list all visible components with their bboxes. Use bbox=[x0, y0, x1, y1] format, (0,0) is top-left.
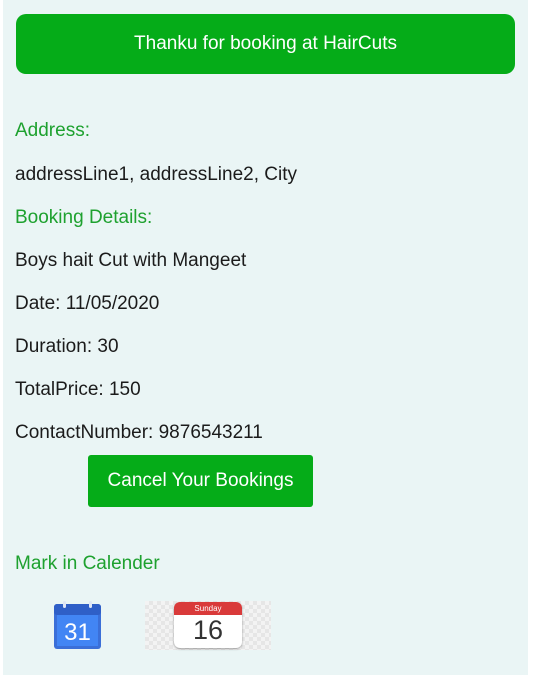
apple-calendar-day: 16 bbox=[192, 615, 224, 645]
cancel-bookings-button[interactable]: Cancel Your Bookings bbox=[88, 455, 313, 507]
apple-calendar-button[interactable]: Sunday 16 bbox=[145, 601, 271, 650]
header-title: Thanku for booking at HairCuts bbox=[134, 33, 397, 54]
address-label: Address: bbox=[15, 120, 90, 141]
booking-service: Boys hait Cut with Mangeet bbox=[15, 250, 247, 271]
mark-in-calendar-label: Mark in Calender bbox=[15, 553, 160, 574]
booking-date: Date: 11/05/2020 bbox=[15, 293, 160, 314]
apple-calendar-weekday: Sunday bbox=[174, 602, 242, 615]
booking-total-price: TotalPrice: 150 bbox=[15, 379, 141, 400]
address-value: addressLine1, addressLine2, City bbox=[15, 164, 298, 185]
google-calendar-icon[interactable]: 31 bbox=[53, 601, 102, 650]
confirmation-header: Thanku for booking at HairCuts bbox=[16, 14, 515, 74]
booking-details-label: Booking Details: bbox=[15, 207, 153, 228]
booking-duration: Duration: 30 bbox=[15, 336, 119, 357]
google-calendar-day: 31 bbox=[64, 619, 91, 646]
booking-contact-number: ContactNumber: 9876543211 bbox=[15, 422, 263, 443]
apple-calendar-icon: Sunday 16 bbox=[174, 602, 242, 648]
